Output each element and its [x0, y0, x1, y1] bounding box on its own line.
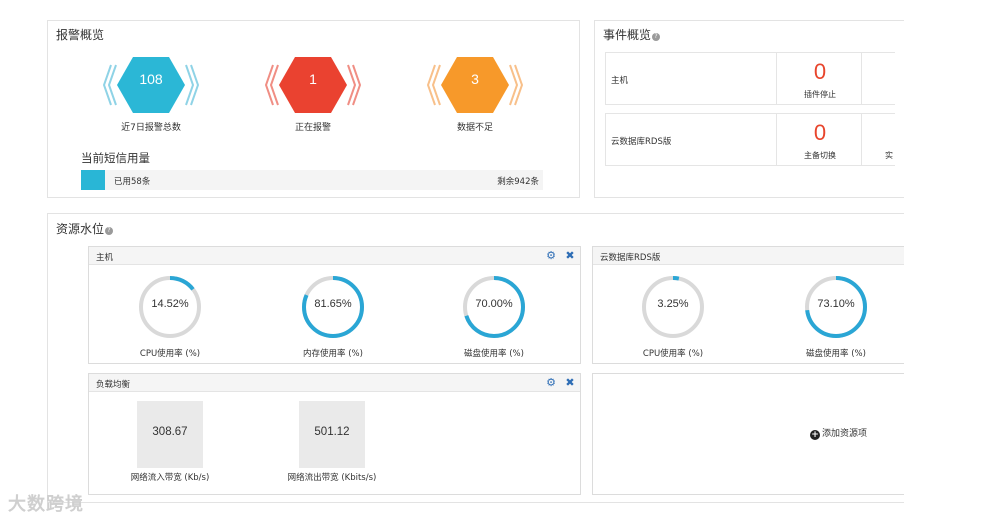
gear-icon[interactable]: ⚙ — [542, 374, 560, 391]
gauge-label: CPU使用率 (%) — [139, 349, 201, 359]
alarm-badge-insufficient[interactable]: 3 — [427, 53, 523, 117]
close-icon[interactable]: ✖ — [561, 374, 579, 391]
chevron-right-icon — [347, 64, 357, 106]
alarm-badge-total[interactable]: 108 — [103, 53, 199, 117]
plus-circle-icon: + — [810, 430, 820, 440]
widget-header: 云数据库RDS版 — [593, 247, 904, 265]
events-overview-title-text: 事件概览 — [603, 28, 652, 42]
widget-title: 云数据库RDS版 — [600, 253, 661, 263]
sms-used-text: 已用58条 — [114, 177, 151, 187]
gauge-rds-disk: 73.10% — [802, 273, 870, 341]
sms-usage-bar: 已用58条 剩余942条 — [81, 170, 543, 190]
gauge-label: 内存使用率 (%) — [303, 349, 363, 359]
widget-title: 负载均衡 — [96, 380, 131, 390]
add-resource-button[interactable]: + 添加资源项 — [810, 426, 867, 440]
chevron-right-icon — [185, 64, 195, 106]
chevron-left-icon — [107, 64, 117, 106]
event-type: 插件停止 — [804, 90, 836, 99]
gear-icon[interactable]: ⚙ — [542, 247, 560, 264]
events-overview-title: 事件概览? — [603, 26, 661, 43]
event-count: 0 — [813, 120, 827, 145]
events-overview-panel — [594, 20, 904, 198]
chevron-right-icon — [509, 64, 519, 106]
sms-remaining-text: 剩余942条 — [497, 177, 539, 187]
gauge-value: 81.65% — [314, 298, 352, 310]
metric-value: 308.67 — [152, 426, 188, 438]
question-icon[interactable]: ? — [105, 227, 114, 235]
event-cell[interactable]: 0 主备切换 — [776, 114, 862, 165]
alarm-badge-value: 108 — [139, 71, 163, 87]
metric-value: 501.12 — [314, 426, 350, 438]
metric-inbound-bandwidth: 308.67 — [137, 401, 203, 468]
event-row-rds[interactable]: 云数据库RDS版 0 主备切换 实 — [605, 113, 895, 166]
alarm-badge-value: 3 — [471, 71, 479, 87]
event-type: 主备切换 — [804, 151, 836, 160]
metric-label: 网络流入带宽 (Kb/s) — [130, 473, 210, 483]
event-row-label: 主机 — [611, 76, 629, 86]
alarm-badge-active[interactable]: 1 — [265, 53, 361, 117]
metric-outbound-bandwidth: 501.12 — [299, 401, 365, 468]
event-extra: 实 — [885, 151, 893, 160]
gauge-value: 14.52% — [151, 298, 189, 310]
alarm-badge-label: 正在报警 — [294, 123, 331, 133]
gauge-value: 3.25% — [657, 298, 689, 310]
alarm-badge-value: 1 — [309, 71, 317, 87]
widget-header: 负载均衡 ⚙ ✖ — [89, 374, 580, 392]
close-icon[interactable]: ✖ — [561, 247, 579, 264]
gauge-value: 70.00% — [475, 298, 513, 310]
widget-header: 主机 ⚙ ✖ — [89, 247, 580, 265]
alarm-badge-label: 数据不足 — [456, 123, 493, 133]
alarm-overview-title: 报警概览 — [56, 28, 105, 42]
question-icon[interactable]: ? — [652, 33, 661, 41]
watermark-text: 大数跨境 — [8, 494, 84, 515]
sms-usage-title: 当前短信用量 — [81, 151, 150, 165]
sms-usage-fill — [81, 170, 105, 190]
chevron-left-icon — [269, 64, 279, 106]
resource-level-title: 资源水位? — [56, 220, 114, 237]
event-row-host[interactable]: 主机 0 插件停止 — [605, 52, 895, 105]
event-count: 0 — [813, 59, 827, 84]
gauge-rds-cpu: 3.25% — [639, 273, 707, 341]
alarm-badge-label: 近7日报警总数 — [121, 123, 181, 133]
gauge-host-disk: 70.00% — [460, 273, 528, 341]
resource-level-title-text: 资源水位 — [56, 222, 105, 236]
widget-title: 主机 — [96, 253, 114, 263]
gauge-label: 磁盘使用率 (%) — [464, 349, 524, 359]
gauge-host-cpu: 14.52% — [136, 273, 204, 341]
add-resource-label: 添加资源项 — [822, 429, 868, 439]
gauge-label: 磁盘使用率 (%) — [806, 349, 866, 359]
event-cell[interactable]: 0 插件停止 — [776, 53, 862, 104]
event-row-label: 云数据库RDS版 — [611, 137, 672, 147]
gauge-label: CPU使用率 (%) — [642, 349, 704, 359]
chevron-left-icon — [431, 64, 441, 106]
gauge-host-memory: 81.65% — [299, 273, 367, 341]
metric-label: 网络流出带宽 (Kbits/s) — [287, 473, 377, 483]
gauge-value: 73.10% — [817, 298, 855, 310]
